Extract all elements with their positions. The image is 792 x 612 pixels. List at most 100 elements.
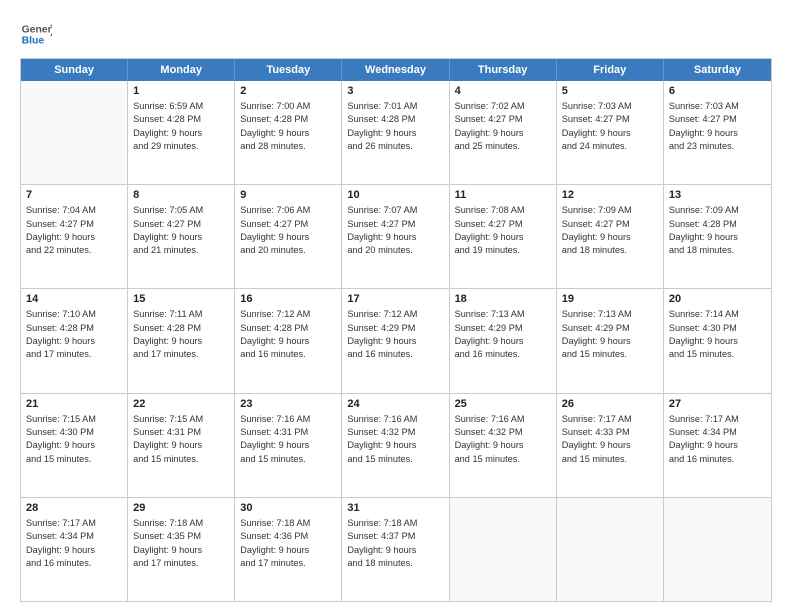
day-info: Sunrise: 7:03 AMSunset: 4:27 PMDaylight:… [669,100,766,153]
calendar-header: SundayMondayTuesdayWednesdayThursdayFrid… [21,59,771,81]
day-number: 17 [347,293,443,305]
calendar: SundayMondayTuesdayWednesdayThursdayFrid… [20,58,772,602]
day-info: Sunrise: 7:05 AMSunset: 4:27 PMDaylight:… [133,204,229,257]
day-cell-20: 20Sunrise: 7:14 AMSunset: 4:30 PMDayligh… [664,289,771,392]
week-row-5: 28 Sunrise: 7:17 AMSunset: 4:34 PMDayligh… [21,498,771,601]
day-info: Sunrise: 7:16 AMSunset: 4:31 PMDaylight:… [240,413,336,466]
day-info: Sunrise: 7:17 AMSunset: 4:34 PMDaylight:… [669,413,766,466]
day-info: Sunrise: 7:12 AMSunset: 4:29 PMDaylight:… [347,308,443,361]
day-number: 29 [133,502,229,514]
day-info: Sunrise: 7:06 AMSunset: 4:27 PMDaylight:… [240,204,336,257]
day-info: Sunrise: 7:01 AMSunset: 4:28 PMDaylight:… [347,100,443,153]
day-cell-18: 18Sunrise: 7:13 AMSunset: 4:29 PMDayligh… [450,289,557,392]
day-cell-28: 28 Sunrise: 7:17 AMSunset: 4:34 PMDayligh… [21,498,128,601]
day-number: 15 [133,293,229,305]
week-row-2: 7 Sunrise: 7:04 AMSunset: 4:27 PMDaylight… [21,185,771,289]
day-number: 12 [562,189,658,201]
day-info: Sunrise: 7:07 AMSunset: 4:27 PMDaylight:… [347,204,443,257]
week-row-4: 21 Sunrise: 7:15 AMSunset: 4:30 PMDayligh… [21,394,771,498]
day-number: 22 [133,398,229,410]
day-cell-25: 25 Sunrise: 7:16 AMSunset: 4:32 PMDayligh… [450,394,557,497]
header-day-tuesday: Tuesday [235,59,342,81]
day-number: 24 [347,398,443,410]
week-row-1: 1Sunrise: 6:59 AMSunset: 4:28 PMDaylight… [21,81,771,185]
day-info: Sunrise: 7:02 AMSunset: 4:27 PMDaylight:… [455,100,551,153]
header-day-friday: Friday [557,59,664,81]
day-info: Sunrise: 7:13 AMSunset: 4:29 PMDaylight:… [455,308,551,361]
day-cell-22: 22Sunrise: 7:15 AMSunset: 4:31 PMDayligh… [128,394,235,497]
day-info: Sunrise: 7:18 AMSunset: 4:35 PMDaylight:… [133,517,229,570]
day-info: Sunrise: 7:16 AMSunset: 4:32 PMDaylight:… [455,413,551,466]
day-cell-13: 13 Sunrise: 7:09 AMSunset: 4:28 PMDayligh… [664,185,771,288]
day-number: 2 [240,85,336,97]
day-number: 3 [347,85,443,97]
day-number: 16 [240,293,336,305]
svg-text:General: General [22,24,52,35]
day-cell-5: 5Sunrise: 7:03 AMSunset: 4:27 PMDaylight… [557,81,664,184]
day-number: 6 [669,85,766,97]
day-cell-31: 31 Sunrise: 7:18 AMSunset: 4:37 PMDayligh… [342,498,449,601]
day-cell-26: 26Sunrise: 7:17 AMSunset: 4:33 PMDayligh… [557,394,664,497]
day-cell-24: 24 Sunrise: 7:16 AMSunset: 4:32 PMDayligh… [342,394,449,497]
day-info: Sunrise: 6:59 AMSunset: 4:28 PMDaylight:… [133,100,229,153]
day-number: 14 [26,293,122,305]
day-cell-2: 2Sunrise: 7:00 AMSunset: 4:28 PMDaylight… [235,81,342,184]
day-cell-12: 12 Sunrise: 7:09 AMSunset: 4:27 PMDayligh… [557,185,664,288]
day-number: 25 [455,398,551,410]
day-cell-7: 7 Sunrise: 7:04 AMSunset: 4:27 PMDaylight… [21,185,128,288]
day-number: 30 [240,502,336,514]
header: General Blue [20,18,772,50]
header-day-monday: Monday [128,59,235,81]
header-day-thursday: Thursday [450,59,557,81]
day-number: 13 [669,189,766,201]
day-cell-21: 21 Sunrise: 7:15 AMSunset: 4:30 PMDayligh… [21,394,128,497]
svg-text:Blue: Blue [22,36,45,47]
day-number: 4 [455,85,551,97]
day-cell-30: 30Sunrise: 7:18 AMSunset: 4:36 PMDayligh… [235,498,342,601]
day-cell-8: 8 Sunrise: 7:05 AMSunset: 4:27 PMDaylight… [128,185,235,288]
day-info: Sunrise: 7:15 AMSunset: 4:30 PMDaylight:… [26,413,122,466]
day-number: 28 [26,502,122,514]
calendar-body: 1Sunrise: 6:59 AMSunset: 4:28 PMDaylight… [21,81,771,601]
day-info: Sunrise: 7:17 AMSunset: 4:33 PMDaylight:… [562,413,658,466]
day-info: Sunrise: 7:09 AMSunset: 4:27 PMDaylight:… [562,204,658,257]
day-cell-10: 10 Sunrise: 7:07 AMSunset: 4:27 PMDayligh… [342,185,449,288]
day-info: Sunrise: 7:14 AMSunset: 4:30 PMDaylight:… [669,308,766,361]
day-info: Sunrise: 7:18 AMSunset: 4:37 PMDaylight:… [347,517,443,570]
day-number: 23 [240,398,336,410]
day-cell-empty [664,498,771,601]
day-number: 9 [240,189,336,201]
day-cell-9: 9 Sunrise: 7:06 AMSunset: 4:27 PMDaylight… [235,185,342,288]
day-number: 10 [347,189,443,201]
week-row-3: 14 Sunrise: 7:10 AMSunset: 4:28 PMDayligh… [21,289,771,393]
day-number: 19 [562,293,658,305]
day-info: Sunrise: 7:13 AMSunset: 4:29 PMDaylight:… [562,308,658,361]
header-day-saturday: Saturday [664,59,771,81]
day-info: Sunrise: 7:09 AMSunset: 4:28 PMDaylight:… [669,204,766,257]
generalblue-icon: General Blue [20,18,52,50]
day-cell-empty [450,498,557,601]
day-number: 27 [669,398,766,410]
day-info: Sunrise: 7:10 AMSunset: 4:28 PMDaylight:… [26,308,122,361]
day-cell-19: 19 Sunrise: 7:13 AMSunset: 4:29 PMDayligh… [557,289,664,392]
day-info: Sunrise: 7:16 AMSunset: 4:32 PMDaylight:… [347,413,443,466]
day-cell-3: 3 Sunrise: 7:01 AMSunset: 4:28 PMDaylight… [342,81,449,184]
day-cell-6: 6 Sunrise: 7:03 AMSunset: 4:27 PMDaylight… [664,81,771,184]
day-info: Sunrise: 7:17 AMSunset: 4:34 PMDaylight:… [26,517,122,570]
day-number: 7 [26,189,122,201]
day-cell-15: 15Sunrise: 7:11 AMSunset: 4:28 PMDayligh… [128,289,235,392]
page: General Blue SundayMondayTuesdayWednesda… [0,0,792,612]
day-cell-16: 16Sunrise: 7:12 AMSunset: 4:28 PMDayligh… [235,289,342,392]
day-cell-empty [21,81,128,184]
header-day-sunday: Sunday [21,59,128,81]
day-number: 8 [133,189,229,201]
logo: General Blue [20,18,58,50]
day-number: 11 [455,189,551,201]
day-number: 31 [347,502,443,514]
day-cell-27: 27 Sunrise: 7:17 AMSunset: 4:34 PMDayligh… [664,394,771,497]
day-info: Sunrise: 7:04 AMSunset: 4:27 PMDaylight:… [26,204,122,257]
header-day-wednesday: Wednesday [342,59,449,81]
day-number: 21 [26,398,122,410]
day-cell-4: 4 Sunrise: 7:02 AMSunset: 4:27 PMDaylight… [450,81,557,184]
day-cell-11: 11Sunrise: 7:08 AMSunset: 4:27 PMDayligh… [450,185,557,288]
